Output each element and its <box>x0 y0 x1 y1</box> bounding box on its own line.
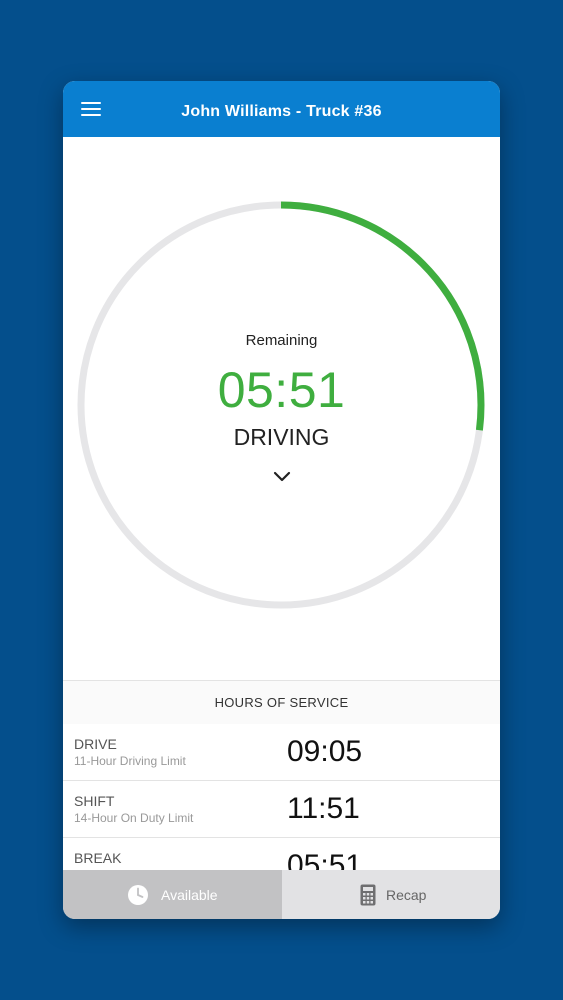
hos-row-name: BREAK <box>74 850 122 866</box>
duty-status: DRIVING <box>233 424 330 450</box>
remaining-label: Remaining <box>245 332 318 349</box>
chevron-down-icon[interactable] <box>272 469 292 485</box>
hos-row-shift[interactable]: SHIFT 14-Hour On Duty Limit 11:51 <box>63 781 500 838</box>
hos-row-drive[interactable]: DRIVE 11-Hour Driving Limit 09:05 <box>63 724 500 781</box>
remaining-time: 05:51 <box>217 362 346 418</box>
hours-of-service-header: HOURS OF SERVICE <box>63 680 500 725</box>
hos-row-time: 09:05 <box>287 735 363 768</box>
tab-recap-label: Recap <box>386 887 427 903</box>
hos-row-subtitle: 14-Hour On Duty Limit <box>74 811 194 825</box>
calculator-icon <box>360 884 376 906</box>
hos-row-time: 11:51 <box>287 792 360 825</box>
tab-available-label: Available <box>161 887 218 903</box>
tab-available[interactable]: Available <box>63 870 282 919</box>
phone-screen: John Williams - Truck #36 Remaining 05:5… <box>63 81 500 919</box>
bottom-tab-bar: Available Recap <box>63 870 500 919</box>
hos-row-name: SHIFT <box>74 793 115 809</box>
hos-row-subtitle: 11-Hour Driving Limit <box>74 754 186 768</box>
clock-icon <box>128 885 148 905</box>
tab-recap[interactable]: Recap <box>282 870 500 919</box>
page-title: John Williams - Truck #36 <box>181 103 382 120</box>
app-bar: John Williams - Truck #36 <box>63 81 500 137</box>
hos-row-name: DRIVE <box>74 736 117 752</box>
